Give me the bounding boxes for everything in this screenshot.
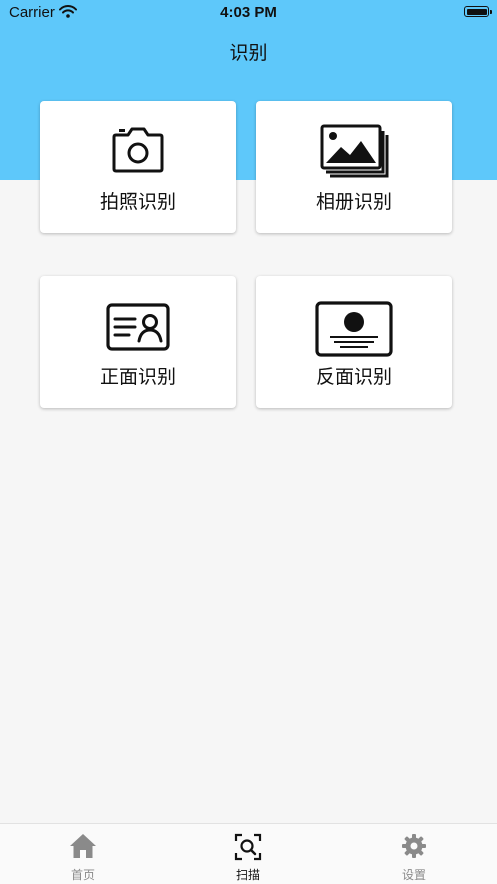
tab-settings[interactable]: 设置: [354, 824, 474, 884]
card-label: 反面识别: [315, 366, 392, 388]
gear-icon: [354, 833, 474, 863]
photo-album-icon: [256, 123, 452, 183]
tab-label: 首页: [70, 868, 95, 882]
card-id-front-recognition[interactable]: 正面识别: [40, 276, 236, 408]
tab-bar: 首页 扫描 设置: [0, 823, 497, 884]
page-title: 识别: [229, 42, 268, 64]
card-label: 拍照识别: [99, 191, 176, 213]
card-label: 相册识别: [315, 191, 392, 213]
card-id-back-recognition[interactable]: 反面识别: [256, 276, 452, 408]
tab-home[interactable]: 首页: [23, 824, 143, 884]
scan-icon: [188, 833, 308, 865]
id-card-back-icon: [256, 300, 452, 362]
card-photo-recognition[interactable]: 拍照识别: [40, 101, 236, 233]
status-time: 4:03 PM: [220, 4, 277, 21]
camera-icon: [40, 125, 236, 177]
card-label: 正面识别: [99, 366, 176, 388]
battery-icon: [464, 6, 492, 17]
tab-label: 扫描: [235, 868, 260, 882]
id-card-front-icon: [40, 302, 236, 356]
home-icon: [23, 833, 143, 863]
tab-label: 设置: [401, 868, 426, 882]
status-bar: Carrier 4:03 PM: [0, 0, 497, 26]
tab-scan[interactable]: 扫描: [188, 824, 308, 884]
card-album-recognition[interactable]: 相册识别: [256, 101, 452, 233]
